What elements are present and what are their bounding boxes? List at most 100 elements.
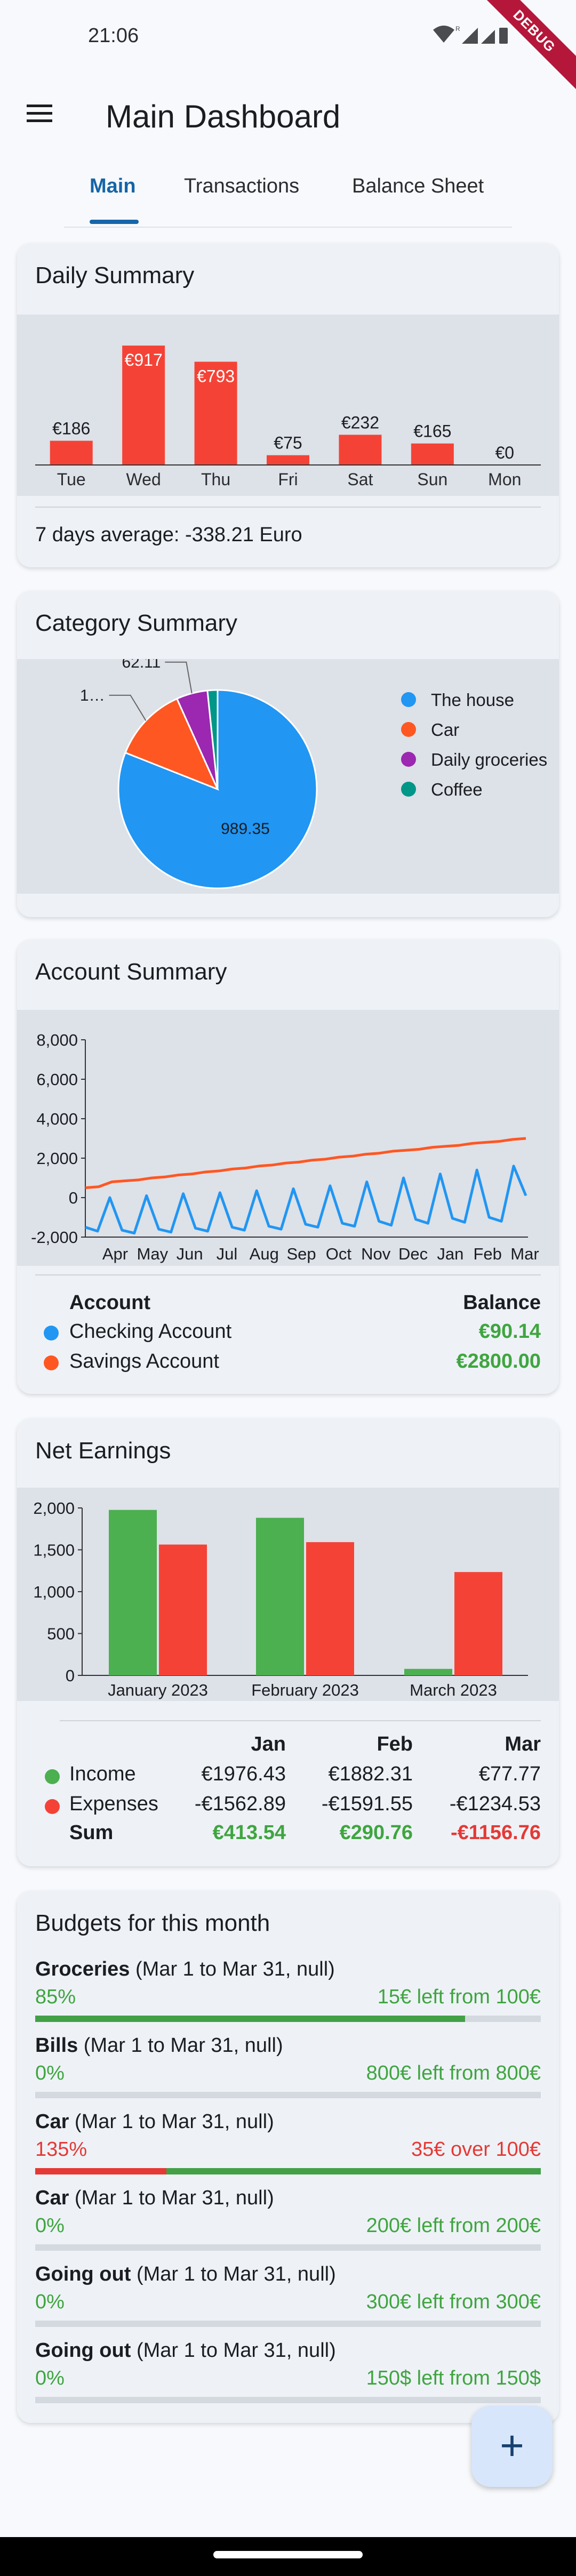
x-tick-label: January 2023 [108, 1681, 208, 1699]
pie-leader-line [109, 694, 147, 721]
budget-status: 200€ left from 200€ [366, 2214, 541, 2237]
tab-main[interactable]: Main [90, 175, 136, 198]
page-title: Main Dashboard [106, 99, 341, 134]
budget-percent: 85% [35, 1986, 76, 2008]
net-earnings-bar [109, 1510, 157, 1675]
net-earnings-bar [256, 1518, 304, 1675]
x-tick-label: May [137, 1245, 169, 1263]
expenses-dot [45, 1799, 60, 1814]
table-col-jan: Jan [251, 1733, 286, 1755]
x-tick-label: March 2023 [410, 1681, 497, 1699]
budget-status: 150$ left from 150$ [366, 2367, 541, 2389]
checking-account-dot [44, 1326, 59, 1341]
hamburger-menu-icon[interactable] [27, 105, 52, 123]
status-bar: 21:06 R DEBUG [0, 0, 576, 100]
savings-account-dot [44, 1355, 59, 1370]
budget-progress-bar [35, 2321, 541, 2327]
daily-summary-title: Daily Summary [35, 262, 195, 288]
x-tick-label: Jan [437, 1245, 463, 1263]
wifi-icon [433, 26, 454, 43]
line-series [85, 1165, 527, 1235]
y-tick-label: 8,000 [36, 1031, 78, 1049]
sum-jan: €413.54 [212, 1821, 286, 1844]
x-tick-label: Apr [102, 1245, 128, 1263]
daily-bar-label: €232 [341, 413, 379, 432]
daily-x-tick: Thu [201, 470, 230, 489]
budget-item[interactable]: Car (Mar 1 to Mar 31, null) 0% 200€ left f… [35, 2187, 541, 2261]
budget-progress-fill [166, 2168, 541, 2174]
system-nav-bar [0, 2537, 576, 2576]
y-tick-label: 0 [69, 1189, 78, 1207]
budget-item[interactable]: Going out (Mar 1 to Mar 31, null) 0% 300€ … [35, 2263, 541, 2338]
budget-status: 800€ left from 800€ [366, 2062, 541, 2084]
sum-label: Sum [69, 1821, 114, 1844]
x-tick-label: Sep [287, 1245, 316, 1263]
line-series [85, 1137, 526, 1189]
daily-bar-label: €186 [52, 419, 90, 438]
budget-item[interactable]: Car (Mar 1 to Mar 31, null) 135% 35€ over … [35, 2110, 541, 2185]
daily-average-text: 7 days average: -338.21 Euro [35, 524, 302, 546]
budget-progress-bar [35, 2168, 541, 2174]
table-col-feb: Feb [377, 1733, 413, 1755]
net-earnings-chart: 2,000 1,500 1,000 500 0 January 2023 February … [17, 1488, 559, 1701]
balance-column-header: Balance [463, 1291, 541, 1314]
budgets-title: Budgets for this month [35, 1910, 270, 1936]
daily-x-tick: Mon [488, 470, 521, 489]
account-summary-title: Account Summary [35, 959, 227, 985]
y-tick-label: 1,000 [33, 1583, 75, 1601]
savings-account-balance: €2800.00 [456, 1350, 541, 1373]
daily-summary-card: Daily Summary €186 Tue €917 Wed €793 Thu €75 Fr… [17, 243, 559, 567]
home-gesture-pill[interactable] [213, 2551, 363, 2558]
account-summary-card: Account Summary 8,000 6,000 4,000 2,000 0 -2,… [17, 940, 559, 1394]
x-tick-label: Oct [326, 1245, 352, 1263]
tab-balance-sheet[interactable]: Balance Sheet [352, 175, 484, 198]
budget-item[interactable]: Going out (Mar 1 to Mar 31, null) 0% 150$ … [35, 2339, 541, 2414]
net-earnings-title: Net Earnings [35, 1438, 171, 1464]
income-label: Income [69, 1763, 136, 1785]
daily-bar [411, 443, 454, 465]
y-tick-label: 6,000 [36, 1070, 78, 1089]
daily-bar-label: €917 [125, 350, 163, 370]
pie-value-label: 1… [80, 687, 105, 704]
tab-indicator [90, 220, 139, 224]
budget-status: 35€ over 100€ [411, 2138, 541, 2161]
budget-progress-bar [35, 2397, 541, 2403]
daily-x-tick: Fri [278, 470, 298, 489]
income-dot [45, 1769, 60, 1784]
y-tick-label: 2,000 [36, 1149, 78, 1168]
budget-item[interactable]: Groceries (Mar 1 to Mar 31, null) 85% 15€ … [35, 1958, 541, 2033]
add-transaction-fab[interactable]: + [471, 2406, 553, 2487]
budget-progress-bar [35, 2016, 541, 2022]
expenses-feb: -€1591.55 [321, 1793, 413, 1815]
x-tick-label: Jul [217, 1245, 238, 1263]
checking-account-balance: €90.14 [478, 1320, 541, 1343]
x-tick-label: Nov [361, 1245, 391, 1263]
budget-name: Going out (Mar 1 to Mar 31, null) [35, 2263, 336, 2285]
x-tick-label: Dec [398, 1245, 428, 1263]
category-summary-card: Category Summary 989.35 1… 62.11 The house… [17, 591, 559, 917]
y-tick-label: 500 [47, 1625, 75, 1643]
budget-item[interactable]: Bills (Mar 1 to Mar 31, null) 0% 800€ left… [35, 2034, 541, 2109]
x-tick-label: Jun [177, 1245, 203, 1263]
x-tick-label: Mar [510, 1245, 539, 1263]
y-tick-label: 4,000 [36, 1110, 78, 1128]
budget-progress-bar [35, 2092, 541, 2098]
expenses-label: Expenses [69, 1793, 158, 1815]
budget-percent: 0% [35, 2367, 65, 2389]
budget-percent: 0% [35, 2062, 65, 2084]
category-summary-chart: 989.35 1… 62.11 The house Car Daily grocer… [17, 654, 559, 894]
daily-bar-chart: €186 Tue €917 Wed €793 Thu €75 Fri €232 Sat €165 Su… [35, 346, 541, 489]
savings-account-name: Savings Account [69, 1350, 219, 1373]
net-earnings-bar-chart: 2,000 1,500 1,000 500 0 January 2023 February … [33, 1499, 528, 1699]
expenses-jan: -€1562.89 [194, 1793, 286, 1815]
daily-bar [339, 435, 382, 465]
tab-transactions[interactable]: Transactions [184, 175, 299, 198]
income-mar: €77.77 [478, 1763, 541, 1785]
budget-percent: 0% [35, 2291, 65, 2313]
daily-x-tick: Tue [57, 470, 86, 489]
checking-account-name: Checking Account [69, 1320, 232, 1343]
y-tick-label: 2,000 [33, 1499, 75, 1518]
legend-dot [401, 782, 416, 797]
category-summary-title: Category Summary [35, 610, 238, 636]
budget-percent: 0% [35, 2214, 65, 2237]
